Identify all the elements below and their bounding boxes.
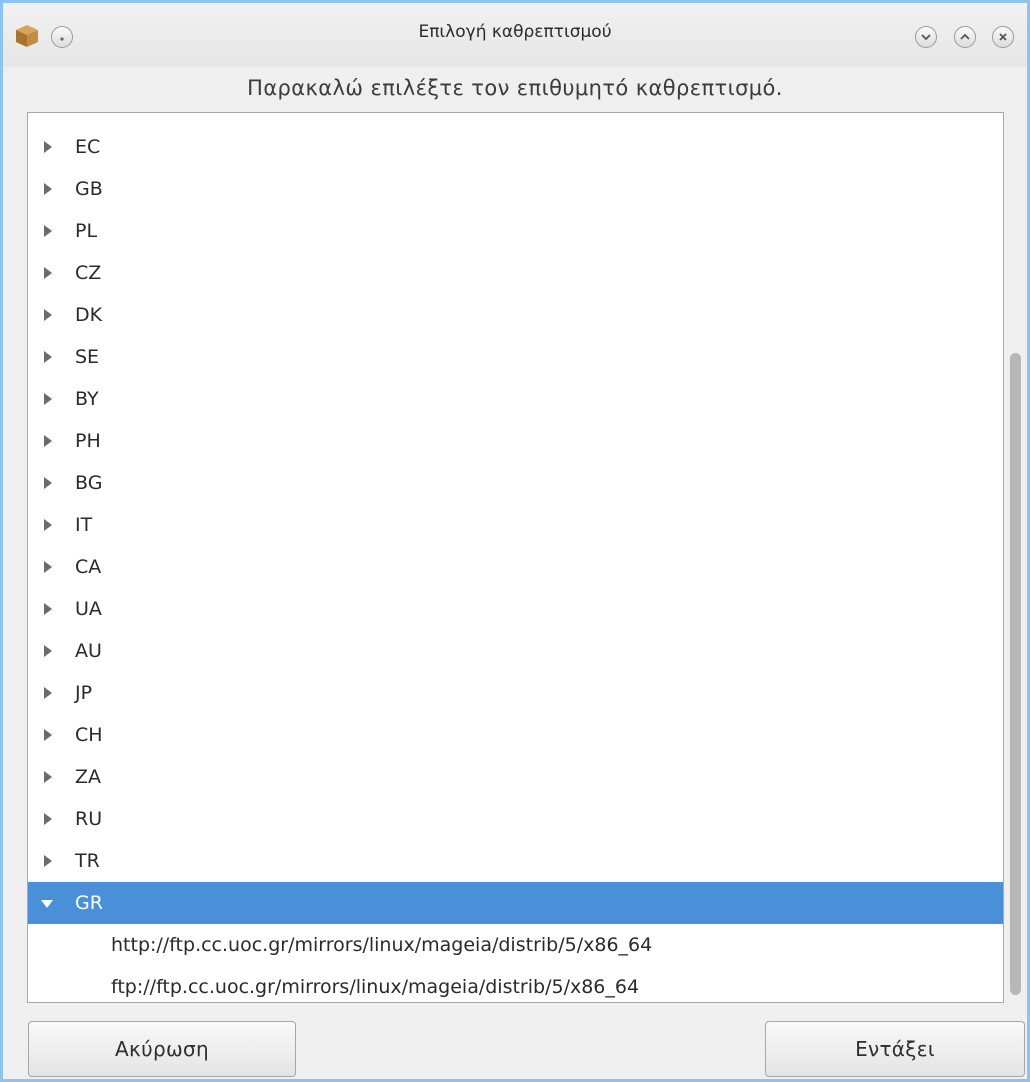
country-label: PL xyxy=(75,220,98,242)
expander-right-icon[interactable] xyxy=(44,645,52,657)
country-label: ZA xyxy=(75,766,102,788)
tree-row-pl[interactable]: PL xyxy=(28,210,1003,252)
expander-right-icon[interactable] xyxy=(44,687,52,699)
tree-row-jp[interactable]: JP xyxy=(28,672,1003,714)
mirror-row-http[interactable]: http://ftp.cc.uoc.gr/mirrors/linux/magei… xyxy=(28,924,1003,966)
country-label: SE xyxy=(75,346,100,368)
close-icon xyxy=(997,28,1009,47)
expander-right-icon[interactable] xyxy=(44,771,52,783)
country-label: GR xyxy=(75,892,103,914)
scrollbar-thumb[interactable] xyxy=(1010,353,1021,995)
tree-row-au[interactable]: AU xyxy=(28,630,1003,672)
country-label: IT xyxy=(75,514,93,536)
tree-row-gr-selected[interactable]: GR xyxy=(28,882,1003,924)
tree-row-ru[interactable]: RU xyxy=(28,798,1003,840)
tree-row-ph[interactable]: PH xyxy=(28,420,1003,462)
tree-row-ch[interactable]: CH xyxy=(28,714,1003,756)
country-label: AU xyxy=(75,640,102,662)
country-label: BG xyxy=(75,472,103,494)
country-label: JP xyxy=(75,682,93,704)
expander-right-icon[interactable] xyxy=(44,393,52,405)
country-label: CA xyxy=(75,556,102,578)
chevron-down-icon xyxy=(920,28,932,47)
expander-right-icon[interactable] xyxy=(44,855,52,867)
cancel-button[interactable]: Ακύρωση xyxy=(28,1021,296,1077)
instruction-label: Παρακαλώ επιλέξτε τον επιθυμητό καθρεπτι… xyxy=(247,76,783,100)
mirror-selection-dialog: Επιλογή καθρεπτισμού Παρακαλώ επιλέξτε τ… xyxy=(0,0,1030,1082)
expander-right-icon[interactable] xyxy=(44,477,52,489)
expander-right-icon[interactable] xyxy=(44,267,52,279)
mirror-row-ftp[interactable]: ftp://ftp.cc.uoc.gr/mirrors/linux/mageia… xyxy=(28,966,1003,1002)
expander-right-icon[interactable] xyxy=(44,813,52,825)
tree-row-by[interactable]: BY xyxy=(28,378,1003,420)
country-label: GB xyxy=(75,178,103,200)
expander-right-icon[interactable] xyxy=(44,351,52,363)
ok-button[interactable]: Εντάξει xyxy=(765,1021,1025,1077)
expander-right-icon[interactable] xyxy=(44,225,52,237)
chevron-up-icon xyxy=(959,28,971,47)
close-button[interactable] xyxy=(992,26,1014,48)
mirror-tree-rows: EC GB PL CZ DK SE BY PH BG IT CA UA AU J… xyxy=(28,126,1003,1002)
tree-row-dk[interactable]: DK xyxy=(28,294,1003,336)
expander-down-icon[interactable] xyxy=(41,900,53,908)
country-label: PH xyxy=(75,430,101,452)
vertical-scrollbar[interactable] xyxy=(1005,112,1025,1003)
mirror-tree[interactable]: EC GB PL CZ DK SE BY PH BG IT CA UA AU J… xyxy=(27,112,1004,1003)
expander-right-icon[interactable] xyxy=(44,729,52,741)
mirror-url: ftp://ftp.cc.uoc.gr/mirrors/linux/mageia… xyxy=(111,976,640,998)
tree-row-ca[interactable]: CA xyxy=(28,546,1003,588)
expander-right-icon[interactable] xyxy=(44,309,52,321)
country-label: UA xyxy=(75,598,102,620)
mirror-url: http://ftp.cc.uoc.gr/mirrors/linux/magei… xyxy=(111,934,653,956)
tree-row-se[interactable]: SE xyxy=(28,336,1003,378)
country-label: DK xyxy=(75,304,103,326)
tree-row-bg[interactable]: BG xyxy=(28,462,1003,504)
tree-row-za[interactable]: ZA xyxy=(28,756,1003,798)
expander-right-icon[interactable] xyxy=(44,519,52,531)
maximize-button[interactable] xyxy=(954,26,976,48)
window-title: Επιλογή καθρεπτισμού xyxy=(418,22,612,42)
country-label: EC xyxy=(75,136,101,158)
tree-row-tr[interactable]: TR xyxy=(28,840,1003,882)
tree-row-gb[interactable]: GB xyxy=(28,168,1003,210)
expander-right-icon[interactable] xyxy=(44,183,52,195)
title-bar[interactable]: Επιλογή καθρεπτισμού xyxy=(3,3,1027,67)
expander-right-icon[interactable] xyxy=(44,603,52,615)
tree-row-ec[interactable]: EC xyxy=(28,126,1003,168)
expander-right-icon[interactable] xyxy=(44,141,52,153)
tree-row-cz[interactable]: CZ xyxy=(28,252,1003,294)
country-label: CZ xyxy=(75,262,102,284)
minimize-button[interactable] xyxy=(915,26,937,48)
country-label: CH xyxy=(75,724,103,746)
country-label: BY xyxy=(75,388,99,410)
tree-row-it[interactable]: IT xyxy=(28,504,1003,546)
tree-row-ua[interactable]: UA xyxy=(28,588,1003,630)
expander-right-icon[interactable] xyxy=(44,561,52,573)
expander-right-icon[interactable] xyxy=(44,435,52,447)
country-label: TR xyxy=(75,850,100,872)
country-label: RU xyxy=(75,808,103,830)
